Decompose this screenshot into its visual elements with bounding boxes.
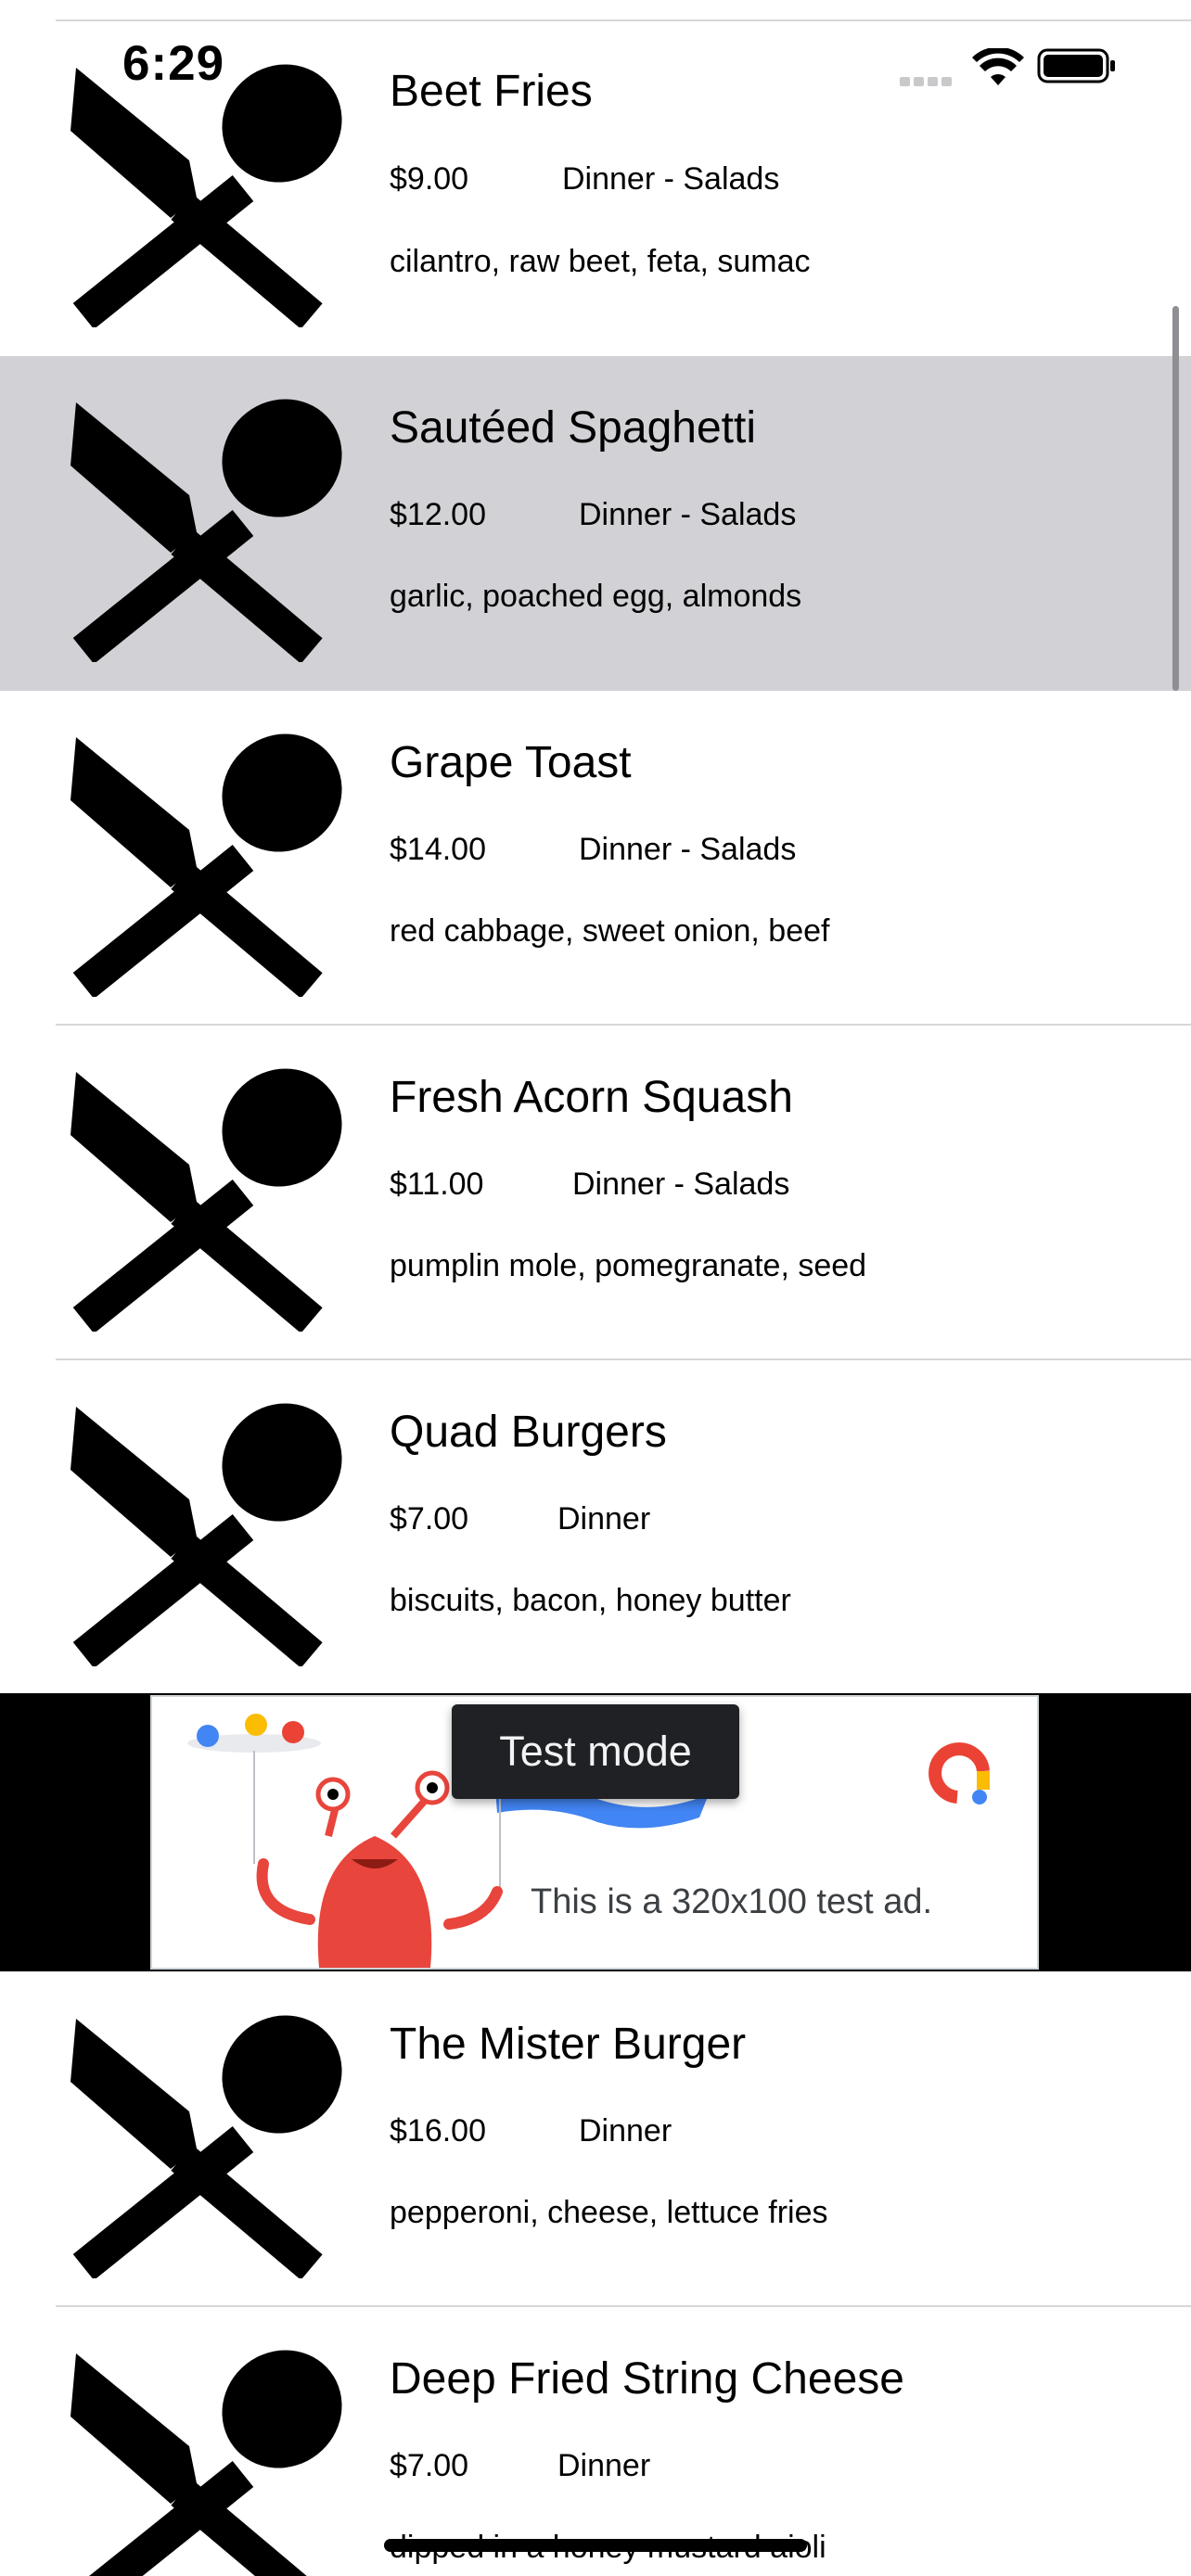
list-item-sauteed-spaghetti[interactable]: Sautéed Spaghetti $12.00 Dinner - Salads… (0, 356, 1191, 691)
list-item-deep-fried-string-cheese[interactable]: Deep Fried String Cheese $7.00 Dinner di… (0, 2307, 1191, 2576)
item-description: biscuits, bacon, honey butter (390, 1583, 791, 1618)
item-price: $11.00 (390, 1167, 484, 1202)
list-item-grape-toast[interactable]: Grape Toast $14.00 Dinner - Salads red c… (0, 691, 1191, 1026)
item-description: pepperoni, cheese, lettuce fries (390, 2195, 828, 2230)
item-price: $12.00 (390, 497, 486, 532)
item-name: Deep Fried String Cheese (390, 2354, 904, 2404)
item-price: $7.00 (390, 2448, 469, 2483)
item-description: garlic, poached egg, almonds (390, 579, 802, 614)
item-category: Dinner - Salads (572, 1167, 790, 1202)
item-name: The Mister Burger (390, 2020, 747, 2069)
list-item-fresh-acorn-squash[interactable]: Fresh Acorn Squash $11.00 Dinner - Salad… (0, 1026, 1191, 1360)
list-item-the-mister-burger[interactable]: The Mister Burger $16.00 Dinner pepperon… (0, 1972, 1191, 2307)
item-category: Dinner (557, 2448, 651, 2483)
list-item-quad-burgers[interactable]: Quad Burgers $7.00 Dinner biscuits, baco… (0, 1360, 1191, 1695)
item-category: Dinner - Salads (579, 832, 797, 867)
item-price: $14.00 (390, 832, 486, 867)
item-name: Beet Fries (390, 67, 593, 116)
scroll-indicator[interactable] (1172, 306, 1179, 691)
ad-text: This is a 320x100 test ad. (531, 1882, 933, 1921)
item-description: red cabbage, sweet onion, beef (390, 913, 830, 949)
item-category: Dinner - Salads (579, 497, 797, 532)
fork-knife-spoon-icon (67, 58, 343, 327)
test-mode-badge: Test mode (452, 1704, 739, 1799)
item-description: cilantro, raw beet, feta, sumac (390, 244, 811, 279)
item-name: Grape Toast (390, 738, 632, 787)
item-category: Dinner - Salads (562, 161, 780, 197)
item-category: Dinner (579, 2113, 672, 2149)
item-price: $9.00 (390, 161, 469, 197)
item-name: Sautéed Spaghetti (390, 403, 756, 453)
item-price: $16.00 (390, 2113, 486, 2149)
home-indicator[interactable] (384, 2539, 807, 2552)
fork-knife-spoon-icon (67, 393, 343, 662)
list-item-beet-fries[interactable]: Beet Fries $9.00 Dinner - Salads cilantr… (0, 21, 1191, 356)
fork-knife-spoon-icon (67, 728, 343, 997)
fork-knife-spoon-icon (67, 1397, 343, 1666)
fork-knife-spoon-icon (67, 1063, 343, 1332)
item-name: Quad Burgers (390, 1408, 667, 1457)
fork-knife-spoon-icon (67, 2009, 343, 2278)
item-description: pumplin mole, pomegranate, seed (390, 1248, 867, 1283)
item-name: Fresh Acorn Squash (390, 1073, 793, 1122)
fork-knife-spoon-icon (67, 2344, 343, 2576)
item-category: Dinner (557, 1501, 651, 1537)
item-price: $7.00 (390, 1501, 469, 1537)
screen: 6:29 Beet Fries $9.00 Dinner - Salads ci… (0, 0, 1191, 2576)
